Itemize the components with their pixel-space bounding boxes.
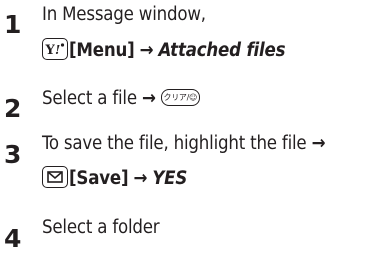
step-text: In Message window,	[42, 4, 206, 25]
step-text: To save the file, highlight the file →	[42, 133, 326, 154]
step-number: 3	[4, 140, 22, 169]
save-label: [Save]	[69, 168, 129, 189]
y-key-icon: Y !	[42, 38, 68, 60]
svg-text:Y: Y	[45, 43, 56, 58]
step-instruction: Select a file	[42, 88, 137, 109]
arrow: →	[133, 168, 148, 189]
step-number: 2	[4, 94, 22, 123]
mail-key-icon	[42, 166, 68, 188]
confirm-option: YES	[152, 168, 188, 189]
step-instruction: To save the file, highlight the file	[42, 133, 307, 154]
step-instruction: Select a folder	[42, 217, 160, 238]
clear-key-icon: クリア/☺	[160, 89, 200, 106]
step-number: 4	[4, 224, 22, 253]
step-number: 1	[4, 10, 22, 39]
clear-key-label: クリア/☺	[163, 93, 198, 102]
arrow: →	[139, 40, 154, 61]
svg-text:!: !	[55, 43, 60, 57]
step-text: Select a folder	[42, 217, 160, 238]
step-text: Y ! [Menu] → Attached files	[42, 38, 285, 61]
menu-target: Attached files	[158, 40, 286, 61]
arrow: →	[141, 88, 156, 109]
menu-label: [Menu]	[69, 40, 135, 61]
step-text: [Save] → YES	[42, 166, 187, 189]
arrow: →	[311, 133, 326, 154]
step-instruction: In Message window,	[42, 4, 206, 25]
step-text: Select a file → クリア/☺	[42, 89, 200, 109]
